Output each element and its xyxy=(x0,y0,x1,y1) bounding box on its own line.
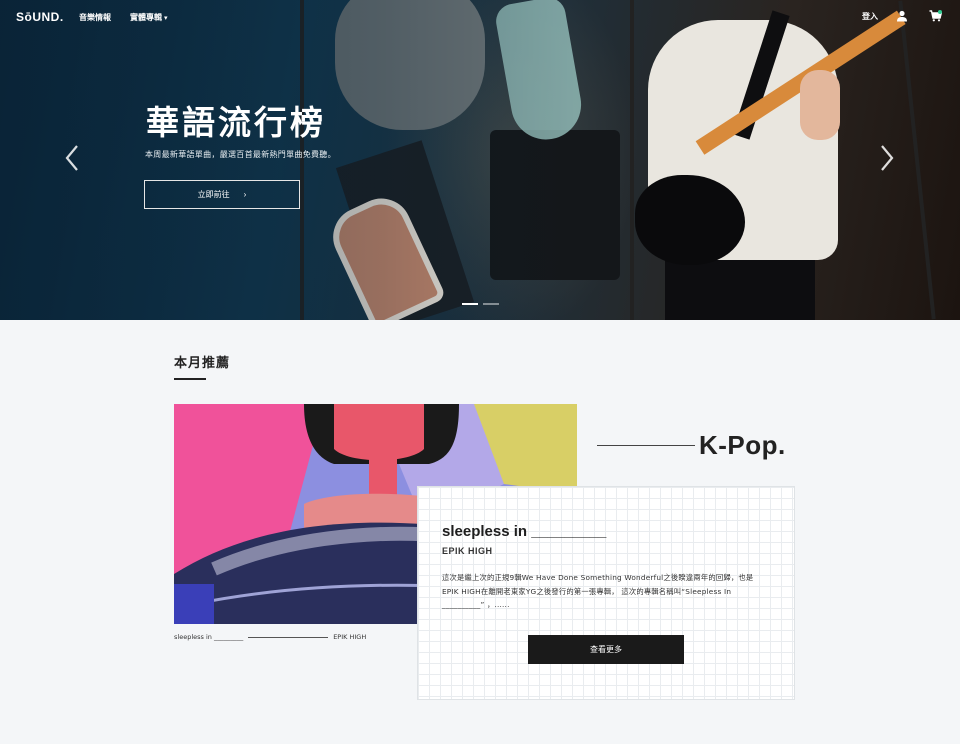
hero-cta-label: 立即前往 xyxy=(197,190,230,199)
album-caption: sleepless in _________ EPIK HIGH xyxy=(174,633,366,641)
chevron-down-icon: ▾ xyxy=(164,14,168,22)
chevron-right-icon: › xyxy=(243,190,247,199)
caption-divider xyxy=(248,636,329,638)
user-icon[interactable] xyxy=(896,10,908,22)
login-link[interactable]: 登入 xyxy=(862,11,878,22)
album-title: sleepless in _________ xyxy=(442,523,607,540)
album-artist: EPIK HIGH xyxy=(442,546,493,556)
carousel-dot-1[interactable] xyxy=(462,303,478,305)
carousel-dot-2[interactable] xyxy=(483,303,499,305)
genre-text: K-Pop. xyxy=(699,430,786,460)
cart-badge-dot xyxy=(938,10,942,14)
view-more-button[interactable]: 查看更多 xyxy=(528,635,684,664)
logo[interactable]: SōUND. xyxy=(16,10,64,24)
section-underline xyxy=(174,378,206,380)
hero-overlay xyxy=(0,0,960,320)
album-caption-title: sleepless in _________ xyxy=(174,633,244,641)
hero-cta-button[interactable]: 立即前往 › xyxy=(144,180,300,209)
top-nav: SōUND. 音樂情報 實體專輯 ▾ 登入 xyxy=(0,0,960,34)
album-description: 這次是繼上次的正規9輯We Have Done Something Wonder… xyxy=(442,573,754,609)
nav-link-label: 音樂情報 xyxy=(79,13,111,22)
genre-label: K-Pop. xyxy=(597,430,786,461)
hero-subtitle: 本周最新華語單曲，嚴選百首最新熱門單曲免費聽。 xyxy=(145,150,336,159)
nav-link-label: 實體專輯 xyxy=(130,13,162,22)
section-title: 本月推薦 xyxy=(174,356,231,371)
carousel-indicators xyxy=(462,303,499,305)
carousel-next-arrow[interactable] xyxy=(877,142,897,174)
album-caption-artist: EPIK HIGH xyxy=(333,633,367,641)
genre-divider xyxy=(597,445,695,446)
hero-banner: SōUND. 音樂情報 實體專輯 ▾ 登入 華語流行榜 本周最新華語單曲，嚴選百首… xyxy=(0,0,960,320)
album-info-card: sleepless in _________ EPIK HIGH 這次是繼上次的… xyxy=(417,486,795,700)
hero-title: 華語流行榜 xyxy=(146,103,326,142)
nav-link-albums[interactable]: 實體專輯 ▾ xyxy=(130,12,168,23)
nav-link-news[interactable]: 音樂情報 xyxy=(79,12,111,23)
carousel-prev-arrow[interactable] xyxy=(62,142,82,174)
